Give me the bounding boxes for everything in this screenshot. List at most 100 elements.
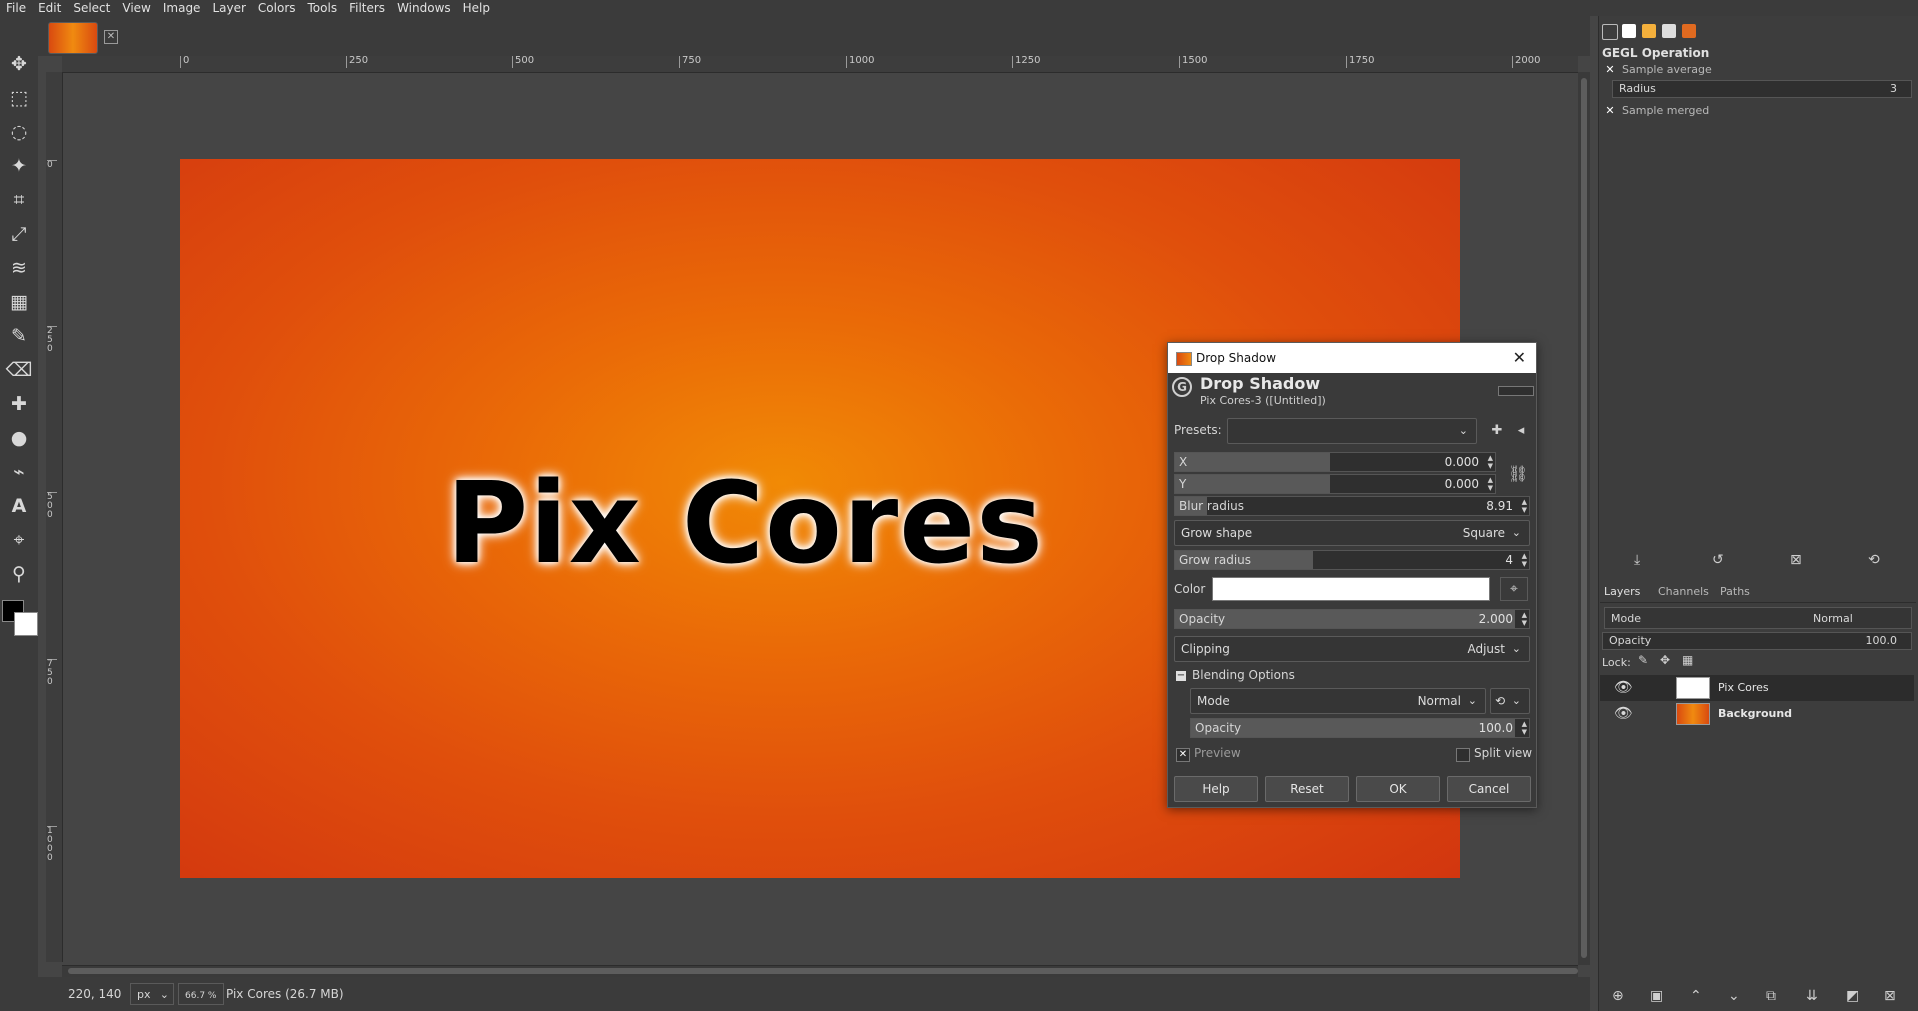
- grow-shape-combo[interactable]: Grow shape Square ⌄: [1174, 520, 1530, 546]
- menu-file[interactable]: File: [0, 0, 32, 16]
- layer-row-background[interactable]: 👁 Background: [1600, 701, 1914, 727]
- text-tool-icon[interactable]: A: [5, 492, 33, 520]
- composite-mode-combo[interactable]: ⟲ ⌄: [1490, 688, 1530, 714]
- device-status-tab-icon[interactable]: [1622, 24, 1636, 38]
- raise-layer-icon[interactable]: ⌃: [1690, 988, 1702, 1004]
- delete-layer-icon[interactable]: ⊠: [1884, 988, 1896, 1004]
- menu-help[interactable]: Help: [457, 0, 496, 16]
- blend-opacity-field[interactable]: Opacity 100.0 ▲ ▼: [1190, 718, 1530, 738]
- reset-button[interactable]: Reset: [1265, 776, 1349, 802]
- preview-checkbox[interactable]: ✕: [1176, 748, 1190, 762]
- brushes-tab-icon[interactable]: [1642, 24, 1656, 38]
- color-button[interactable]: [1212, 577, 1490, 601]
- lock-pixels-icon[interactable]: ✎: [1638, 653, 1648, 667]
- dialog-titlebar[interactable]: Drop Shadow ✕: [1168, 343, 1536, 373]
- presets-combo[interactable]: ⌄: [1227, 418, 1477, 444]
- paths-tool-icon[interactable]: ⌁: [5, 458, 33, 486]
- vertical-scrollbar-thumb[interactable]: [1581, 78, 1587, 958]
- blending-options-label: Blending Options: [1192, 668, 1295, 682]
- menu-tools[interactable]: Tools: [302, 0, 344, 16]
- tab-layers[interactable]: Layers: [1604, 585, 1640, 598]
- split-view-checkbox[interactable]: [1456, 748, 1470, 762]
- gradient-tool-icon[interactable]: ▦: [5, 288, 33, 316]
- restore-options-icon[interactable]: ↺: [1712, 552, 1724, 568]
- mask-layer-icon[interactable]: ◩: [1846, 988, 1859, 1004]
- layer-row-pix-cores[interactable]: 👁 Pix Cores: [1600, 675, 1914, 701]
- ok-button[interactable]: OK: [1356, 776, 1440, 802]
- anchor-layer-icon[interactable]: ⇊: [1806, 988, 1818, 1004]
- spin-arrows-icon[interactable]: ▲ ▼: [1522, 720, 1527, 736]
- color-picker-tool-icon[interactable]: ⌖: [5, 526, 33, 554]
- zoom-select[interactable]: 66.7 %: [178, 983, 224, 1005]
- heal-tool-icon[interactable]: ✚: [5, 390, 33, 418]
- close-icon[interactable]: ✕: [1513, 343, 1526, 373]
- lasso-tool-icon[interactable]: ◌: [5, 118, 33, 146]
- y-offset-field[interactable]: Y 0.000 ▲ ▼: [1174, 474, 1496, 494]
- move-tool-icon[interactable]: ✥: [5, 50, 33, 78]
- close-icon[interactable]: ✕: [104, 30, 118, 44]
- new-layer-icon[interactable]: ⊕: [1612, 988, 1624, 1004]
- spin-arrows-icon[interactable]: ▲ ▼: [1522, 552, 1527, 568]
- save-options-icon[interactable]: ⤓: [1634, 552, 1640, 568]
- eye-icon[interactable]: 👁: [1614, 704, 1633, 722]
- preview-area-toggle[interactable]: [1498, 386, 1534, 396]
- eraser-tool-icon[interactable]: ⌫: [5, 356, 33, 384]
- images-tab-icon[interactable]: [1682, 24, 1696, 38]
- menu-filters[interactable]: Filters: [343, 0, 391, 16]
- layer-opacity-field[interactable]: Opacity 100.0: [1602, 632, 1912, 650]
- add-preset-icon[interactable]: ✚: [1488, 422, 1506, 440]
- unit-select[interactable]: px ⌄: [130, 983, 174, 1005]
- image-tab-thumbnail[interactable]: [48, 22, 98, 54]
- layer-mode-select[interactable]: Mode Normal: [1604, 607, 1912, 629]
- sample-average-checkbox[interactable]: ✕: [1604, 64, 1616, 76]
- menu-select[interactable]: Select: [67, 0, 116, 16]
- clipping-combo[interactable]: Clipping Adjust ⌄: [1174, 636, 1530, 662]
- zoom-tool-icon[interactable]: ⚲: [5, 560, 33, 588]
- tool-options-tab-icon[interactable]: [1602, 24, 1618, 40]
- menu-view[interactable]: View: [116, 0, 156, 16]
- spin-arrows-icon[interactable]: ▲ ▼: [1488, 454, 1493, 470]
- transform-tool-icon[interactable]: ⤢: [5, 220, 33, 248]
- reset-options-icon[interactable]: ⟲: [1868, 552, 1880, 568]
- new-group-icon[interactable]: ▣: [1650, 988, 1663, 1004]
- spin-arrows-icon[interactable]: ▲ ▼: [1522, 498, 1527, 514]
- chain-link-icon[interactable]: ⛓: [1508, 458, 1528, 490]
- fonts-tab-icon[interactable]: [1662, 24, 1676, 38]
- menu-colors[interactable]: Colors: [252, 0, 302, 16]
- crop-tool-icon[interactable]: ⌗: [5, 186, 33, 214]
- eye-icon[interactable]: 👁: [1614, 678, 1633, 696]
- presets-menu-icon[interactable]: ◂: [1512, 422, 1530, 440]
- background-color-swatch[interactable]: [14, 612, 38, 636]
- rect-select-tool-icon[interactable]: ⬚: [5, 84, 33, 112]
- lower-layer-icon[interactable]: ⌄: [1728, 988, 1740, 1004]
- spin-arrows-icon[interactable]: ▲ ▼: [1488, 476, 1493, 492]
- horizontal-scrollbar-thumb[interactable]: [68, 968, 1578, 974]
- tab-paths[interactable]: Paths: [1720, 585, 1750, 598]
- grow-radius-field[interactable]: Grow radius 4 ▲ ▼: [1174, 550, 1530, 570]
- lock-position-icon[interactable]: ✥: [1660, 653, 1670, 667]
- menu-windows[interactable]: Windows: [391, 0, 457, 16]
- cancel-button[interactable]: Cancel: [1447, 776, 1531, 802]
- spin-arrows-icon[interactable]: ▲ ▼: [1522, 611, 1527, 627]
- smudge-tool-icon[interactable]: ●: [5, 424, 33, 452]
- menu-edit[interactable]: Edit: [32, 0, 67, 16]
- blend-mode-combo[interactable]: Mode Normal ⌄: [1190, 688, 1486, 714]
- color-picker-icon[interactable]: ⌖: [1500, 577, 1528, 601]
- blur-radius-field[interactable]: Blur radius 8.91 ▲ ▼: [1174, 496, 1530, 516]
- lock-alpha-icon[interactable]: ▦: [1682, 653, 1693, 667]
- ruler-tick: 1750: [1346, 56, 1374, 68]
- x-offset-field[interactable]: X 0.000 ▲ ▼: [1174, 452, 1496, 472]
- menu-layer[interactable]: Layer: [206, 0, 251, 16]
- collapse-icon[interactable]: −: [1176, 671, 1186, 681]
- fuzzy-select-tool-icon[interactable]: ✦: [5, 152, 33, 180]
- paintbrush-tool-icon[interactable]: ✎: [5, 322, 33, 350]
- help-button[interactable]: Help: [1174, 776, 1258, 802]
- warp-tool-icon[interactable]: ≋: [5, 254, 33, 282]
- radius-field[interactable]: Radius 3: [1612, 80, 1912, 98]
- menu-image[interactable]: Image: [157, 0, 207, 16]
- duplicate-layer-icon[interactable]: ⧉: [1766, 988, 1776, 1004]
- tab-channels[interactable]: Channels: [1658, 585, 1709, 598]
- delete-options-icon[interactable]: ⊠: [1790, 552, 1802, 568]
- opacity-field[interactable]: Opacity 2.000 ▲ ▼: [1174, 609, 1530, 629]
- sample-merged-checkbox[interactable]: ✕: [1604, 105, 1616, 117]
